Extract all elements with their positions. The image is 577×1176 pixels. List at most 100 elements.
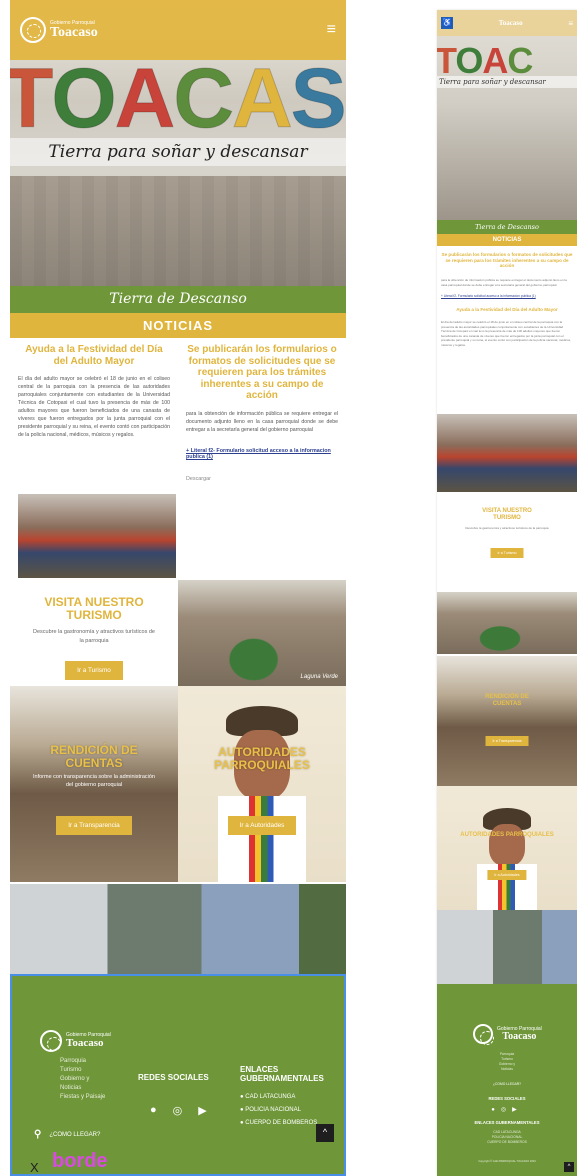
hero-letter: O [455, 40, 483, 81]
gov-links: CAD LATACUNGA POLICIA NACIONAL CUERPO DE… [240, 1094, 317, 1126]
authorities-button[interactable]: Ir a Autoridades [487, 870, 527, 880]
form-download-link[interactable]: + Literal f2- Formulario solicitud acces… [186, 448, 338, 460]
gov-link[interactable]: CAD LATACUNGA [240, 1094, 317, 1100]
news-title[interactable]: Se publicarán los formularios o formatos… [186, 344, 338, 402]
site-footer: Gobierno Parroquial Toacaso Parroquia Tu… [437, 984, 577, 1176]
copyright: Copyright © GAD PARROQUIAL TOACASO 2023 [478, 1160, 536, 1163]
emblem-icon [473, 1024, 494, 1045]
form-download-link[interactable]: + Literal f2- Formulario solicitud acces… [441, 294, 573, 298]
hero-letter: T [437, 40, 456, 81]
emblem-icon [40, 1030, 62, 1052]
site-logo[interactable]: Gobierno Parroquial Toacaso [20, 17, 98, 43]
mobile-view-large: TOACAS Tierra para soñar y descansar Gob… [10, 0, 346, 1176]
download-link[interactable]: Descargar [186, 476, 338, 482]
tourism-subtitle: Descubre la gastronomía y atractivos tur… [465, 526, 549, 530]
authorities-card: AUTORIDADES PARROQUIALES Ir a Autoridade… [178, 686, 346, 882]
news-photo [18, 494, 176, 578]
transparency-button[interactable]: Ir a Transparencia [485, 736, 529, 746]
scroll-top-button[interactable]: ^ [316, 1124, 334, 1142]
instagram-icon[interactable]: ◎ [173, 1104, 183, 1117]
hero-letter: C [507, 40, 533, 81]
footer-links: Parroquia Turismo Gobierno y Noticias Fi… [60, 1058, 105, 1100]
hero-letters: TOACAS [10, 51, 346, 145]
hero-letter: A [482, 40, 508, 81]
facebook-icon[interactable]: ● [150, 1104, 157, 1117]
logo-name: Toacaso [502, 1030, 537, 1042]
logo-name: Toacaso [66, 1037, 104, 1049]
hamburger-menu-icon[interactable]: ≡ [568, 19, 573, 28]
news-item-left: Ayuda a la Festividad del Día del Adulto… [10, 338, 178, 498]
footer-logo[interactable]: Gobierno Parroquial Toacaso [473, 1024, 542, 1045]
hero-subtitle-banner: Tierra de Descanso [437, 220, 577, 234]
social-heading: REDES SOCIALES [138, 1073, 209, 1082]
footer-link[interactable]: Fiestas y Paisaje [60, 1094, 105, 1100]
tourism-subtitle: Descubre la gastronomía y atractivos tur… [33, 629, 155, 644]
authorities-card: AUTORIDADES PARROQUIALES Ir a Autoridade… [437, 786, 577, 910]
tourism-button[interactable]: Ir a Turismo [490, 548, 524, 558]
directions-link[interactable]: ¿COMO LLEGAR? [437, 1082, 577, 1087]
mobile-view-small: TOAC Tierra para soñar y descansar ♿ Toa… [437, 10, 577, 1176]
accountability-title: RENDICIÓN DE CUENTAS [485, 694, 529, 707]
lake-photo: Laguna Verde [178, 580, 346, 686]
site-header: Gobierno Parroquial Toacaso ≡ [10, 0, 346, 60]
authorities-title: AUTORIDADES PARROQUIALES [460, 832, 554, 838]
accessibility-icon[interactable]: ♿ [441, 17, 453, 29]
news-title[interactable]: Se publicarán los formularios o formatos… [441, 252, 573, 269]
tourism-title: VISITA NUESTRO TURISMO [44, 595, 144, 623]
hero-letter: A [232, 51, 294, 145]
logo-name: Toacaso [50, 24, 98, 40]
authorities-title: AUTORIDADES PARROQUIALES [214, 745, 310, 773]
photo-strip [437, 910, 577, 984]
transparency-button[interactable]: Ir a Transparencia [56, 816, 132, 835]
youtube-icon[interactable]: ▶ [512, 1107, 523, 1113]
logo-name[interactable]: Toacaso [499, 19, 523, 27]
directions-link[interactable]: ⚲ ¿COMO LLEGAR? [34, 1129, 100, 1140]
tourism-title: VISITA NUESTRO TURISMO [482, 508, 532, 521]
gov-link[interactable]: POLICIA NACIONAL [240, 1107, 317, 1113]
footer-link[interactable]: Noticias [60, 1085, 105, 1091]
hamburger-menu-icon[interactable]: ≡ [327, 21, 336, 39]
lake-photo [437, 592, 577, 654]
poncho-shape [218, 796, 306, 882]
instagram-icon[interactable]: ◎ [501, 1107, 512, 1113]
gov-link[interactable]: CUERPO DE BOMBEROS [240, 1120, 317, 1126]
facebook-icon[interactable]: ● [491, 1107, 501, 1113]
directions-label: ¿COMO LLEGAR? [49, 1131, 101, 1138]
hero-slogan: Tierra para soñar y descansar [10, 138, 346, 166]
tourism-button[interactable]: Ir a Turismo [65, 660, 123, 680]
face-shape [489, 824, 525, 866]
footer-link[interactable]: Gobierno y [60, 1076, 105, 1082]
footer-links: Parroquia Turismo Gobierno y Noticias [437, 1052, 577, 1072]
lake-caption: Laguna Verde [300, 674, 338, 680]
footer-logo[interactable]: Gobierno Parroquial Toacaso [40, 1030, 111, 1052]
gov-links: CAD LATACUNGA POLICIA NACIONAL CUERPO DE… [437, 1130, 577, 1145]
hero-pavement [10, 176, 346, 286]
close-icon[interactable]: X [30, 1160, 39, 1175]
news-title[interactable]: Ayuda a la Festividad del Día del Adulto… [441, 307, 573, 313]
site-header: ♿ Toacaso ≡ [437, 10, 577, 36]
news-title[interactable]: Ayuda a la Festividad del Día del Adulto… [18, 344, 170, 367]
gov-link[interactable]: CUERPO DE BOMBEROS [437, 1140, 577, 1145]
hero-subtitle-banner: Tierra de Descanso [10, 286, 346, 313]
hero-letter: O [51, 51, 117, 145]
accountability-card: RENDICIÓN DE CUENTAS Ir a Transparencia [437, 656, 577, 786]
hero-letter: S [290, 51, 346, 145]
photo-strip [10, 884, 346, 974]
footer-link[interactable]: Noticias [437, 1067, 577, 1072]
news-heading: NOTICIAS [10, 313, 346, 338]
borde-overlay-text: borde [52, 1150, 108, 1172]
footer-link[interactable]: Turismo [60, 1067, 105, 1073]
hero-letter: T [10, 51, 54, 145]
gov-links-heading: ENLACES GUBERNAMENTALES [474, 1120, 540, 1125]
site-footer: Gobierno Parroquial Toacaso Parroquia Tu… [10, 974, 346, 1176]
scroll-top-button[interactable]: ^ [564, 1162, 574, 1172]
hero-slogan: Tierra para soñar y descansar [437, 76, 577, 88]
authorities-button[interactable]: Ir a Autoridades [227, 816, 297, 835]
news-body: El día del adulto mayor se celebró el 18… [441, 320, 571, 347]
news-body: para la obtención de información pública… [441, 278, 567, 287]
hero-letter: C [173, 51, 235, 145]
footer-link[interactable]: Parroquia [60, 1058, 105, 1064]
accountability-title: RENDICIÓN DE CUENTAS [50, 743, 138, 771]
youtube-icon[interactable]: ▶ [198, 1104, 206, 1117]
social-heading: REDES SOCIALES [488, 1096, 526, 1101]
